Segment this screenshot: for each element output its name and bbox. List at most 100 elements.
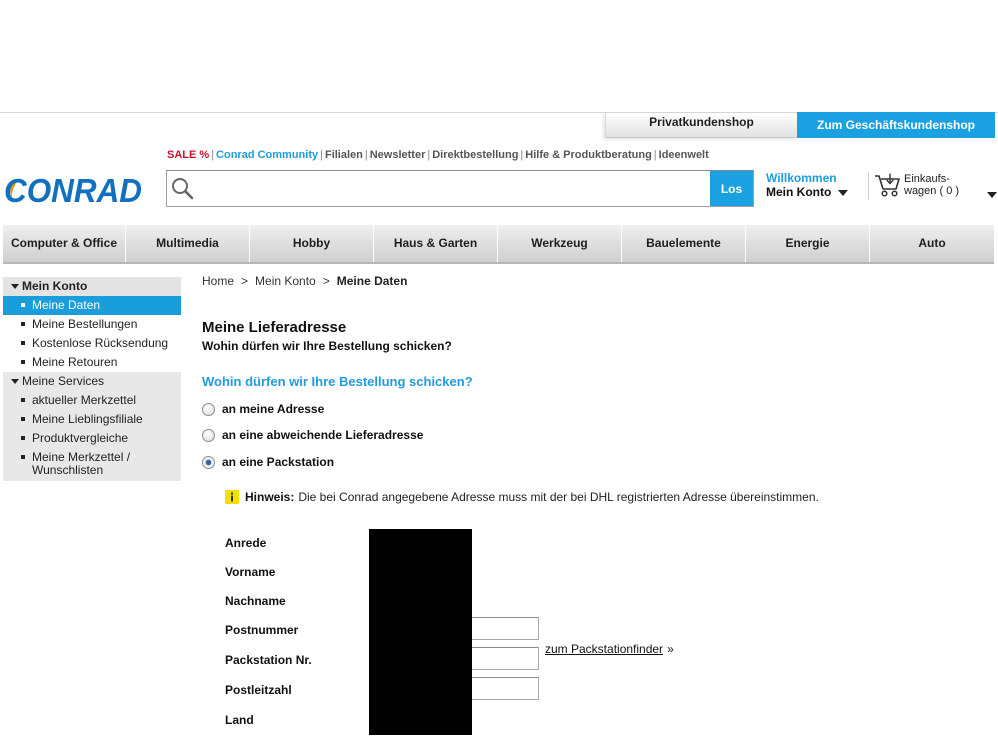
option-label: an eine abweichende Lieferadresse — [222, 428, 424, 442]
search-button[interactable]: Los — [710, 171, 753, 206]
welcome-text: Willkommen — [766, 171, 837, 185]
sidebar-item-kostenlose-ruecksendung[interactable]: Kostenlose Rücksendung — [3, 334, 181, 353]
link-separator: | — [427, 149, 431, 161]
account-menu[interactable]: Willkommen Mein Konto — [766, 171, 849, 199]
breadcrumb-separator: > — [241, 274, 249, 288]
info-icon — [225, 489, 239, 504]
hint-label: Hinweis: — [245, 489, 295, 504]
top-link-ideenwelt[interactable]: Ideenwelt — [659, 149, 709, 161]
sidebar-item-label: Produktvergleiche — [32, 431, 129, 445]
square-bullet-icon — [21, 417, 25, 421]
nav-multimedia[interactable]: Multimedia — [126, 225, 250, 262]
account-dropdown[interactable]: Mein Konto — [766, 185, 849, 199]
breadcrumb: Home > Mein Konto > Meine Daten — [202, 274, 407, 288]
cart-chevron-down-icon[interactable] — [987, 192, 997, 198]
top-link-filialen[interactable]: Filialen — [325, 149, 363, 161]
nav-auto[interactable]: Auto — [870, 225, 994, 262]
search-bar: Los — [166, 170, 754, 207]
sidebar-header-mein-konto[interactable]: Mein Konto — [3, 277, 181, 296]
sidebar-header-label: Meine Services — [22, 374, 105, 388]
delivery-option-packstation[interactable]: an eine Packstation — [202, 455, 334, 469]
square-bullet-icon — [21, 303, 25, 307]
nav-energie[interactable]: Energie — [746, 225, 870, 262]
tab-business-shop[interactable]: Zum Geschäftskundenshop — [797, 112, 995, 138]
page-title: Meine Lieferadresse — [202, 319, 347, 336]
nav-haus-garten[interactable]: Haus & Garten — [374, 225, 498, 262]
sidebar-item-meine-retouren[interactable]: Meine Retouren — [3, 353, 181, 372]
square-bullet-icon — [21, 398, 25, 402]
sidebar-item-aktueller-merkzettel[interactable]: aktueller Merkzettel — [3, 391, 181, 410]
radio-packstation[interactable] — [202, 455, 215, 469]
sidebar-item-label: aktueller Merkzettel — [32, 393, 137, 407]
option-label: an eine Packstation — [222, 455, 335, 469]
square-bullet-icon — [21, 341, 25, 345]
sidebar-item-label: Kostenlose Rücksendung — [32, 336, 169, 350]
sidebar-item-label: Meine Lieblingsfiliale — [32, 412, 143, 426]
square-bullet-icon — [21, 436, 25, 440]
breadcrumb-home[interactable]: Home — [202, 274, 234, 288]
delivery-question: Wohin dürfen wir Ihre Bestellung schicke… — [202, 374, 473, 389]
tab-private-shop[interactable]: Privatkundenshop — [605, 113, 797, 138]
logo-wordmark: CONRAD — [4, 172, 142, 208]
link-separator: | — [211, 149, 215, 161]
main-navigation: Computer & Office Multimedia Hobby Haus … — [3, 225, 994, 262]
page-subtitle: Wohin dürfen wir Ihre Bestellung schicke… — [202, 339, 452, 353]
packstation-finder: zum Packstationfinder » — [545, 642, 674, 656]
link-separator: | — [364, 149, 368, 161]
sidebar-header-meine-services[interactable]: Meine Services — [3, 372, 181, 391]
search-input[interactable] — [199, 173, 707, 204]
link-separator: | — [320, 149, 323, 161]
top-link-sale[interactable]: SALE % — [167, 149, 209, 161]
top-link-community[interactable]: Conrad Community — [216, 149, 318, 161]
link-arrow: » — [667, 642, 674, 656]
radio-other-address[interactable] — [202, 428, 215, 442]
label-packstation-nr: Packstation Nr. — [225, 653, 312, 667]
triangle-down-icon — [11, 284, 19, 289]
cart-label-line1: Einkaufs- — [904, 173, 950, 185]
top-link-hilfe[interactable]: Hilfe & Produktberatung — [525, 149, 652, 161]
nav-werkzeug[interactable]: Werkzeug — [498, 225, 622, 262]
square-bullet-icon — [21, 360, 25, 364]
label-postleitzahl: Postleitzahl — [225, 683, 292, 697]
label-nachname: Nachname — [225, 594, 286, 608]
search-icon[interactable] — [170, 176, 194, 200]
header-divider — [868, 172, 869, 200]
label-postnummer: Postnummer — [225, 623, 299, 637]
cart-label[interactable]: Einkaufs- wagen ( 0 ) — [904, 173, 959, 197]
nav-hobby[interactable]: Hobby — [250, 225, 374, 262]
sidebar-item-label: Meine Daten — [32, 298, 101, 312]
redacted-area — [369, 529, 472, 735]
sidebar-item-label: Meine Merkzettel / Wunschlisten — [32, 450, 131, 477]
sidebar-item-merkzettel-wunschlisten[interactable]: Meine Merkzettel / Wunschlisten — [3, 448, 181, 481]
chevron-down-icon[interactable] — [838, 190, 849, 196]
delivery-option-other-address[interactable]: an eine abweichende Lieferadresse — [202, 428, 423, 442]
account-sidebar: Mein Konto Meine Daten Meine Bestellunge… — [3, 277, 181, 481]
top-links-bar: SALE % | Conrad Community | Filialen | Newslet… — [167, 148, 709, 162]
sidebar-item-meine-bestellungen[interactable]: Meine Bestellungen — [3, 315, 181, 334]
label-vorname: Vorname — [225, 565, 276, 579]
account-label: Mein Konto — [766, 185, 832, 199]
nav-computer-office[interactable]: Computer & Office — [3, 225, 126, 262]
hint-text: Die bei Conrad angegebene Adresse muss m… — [298, 489, 819, 504]
page: Privatkundenshop Zum Geschäftskundenshop… — [0, 0, 998, 748]
sidebar-header-label: Mein Konto — [22, 279, 88, 293]
top-link-newsletter[interactable]: Newsletter — [370, 149, 426, 161]
sidebar-item-lieblingsfiliale[interactable]: Meine Lieblingsfiliale — [3, 410, 181, 429]
cart-icon[interactable] — [874, 172, 902, 198]
label-anrede: Anrede — [225, 536, 267, 550]
cart-label-line2: wagen ( 0 ) — [904, 185, 960, 197]
sidebar-item-meine-daten[interactable]: Meine Daten — [3, 296, 181, 315]
radio-own-address[interactable] — [202, 402, 215, 416]
link-separator: | — [520, 149, 524, 161]
hint-box: Hinweis: Die bei Conrad angegebene Adres… — [225, 489, 819, 504]
conrad-logo[interactable]: CONRAD — [3, 168, 145, 208]
breadcrumb-mein-konto[interactable]: Mein Konto — [255, 274, 316, 288]
breadcrumb-separator: > — [322, 274, 330, 288]
breadcrumb-current: Meine Daten — [336, 274, 408, 288]
top-link-direktbestellung[interactable]: Direktbestellung — [432, 149, 518, 161]
packstation-finder-link[interactable]: zum Packstationfinder — [545, 642, 663, 656]
nav-bauelemente[interactable]: Bauelemente — [622, 225, 746, 262]
sidebar-section-mein-konto: Mein Konto Meine Daten Meine Bestellunge… — [3, 277, 181, 372]
delivery-option-own-address[interactable]: an meine Adresse — [202, 402, 324, 416]
sidebar-item-produktvergleiche[interactable]: Produktvergleiche — [3, 429, 181, 448]
